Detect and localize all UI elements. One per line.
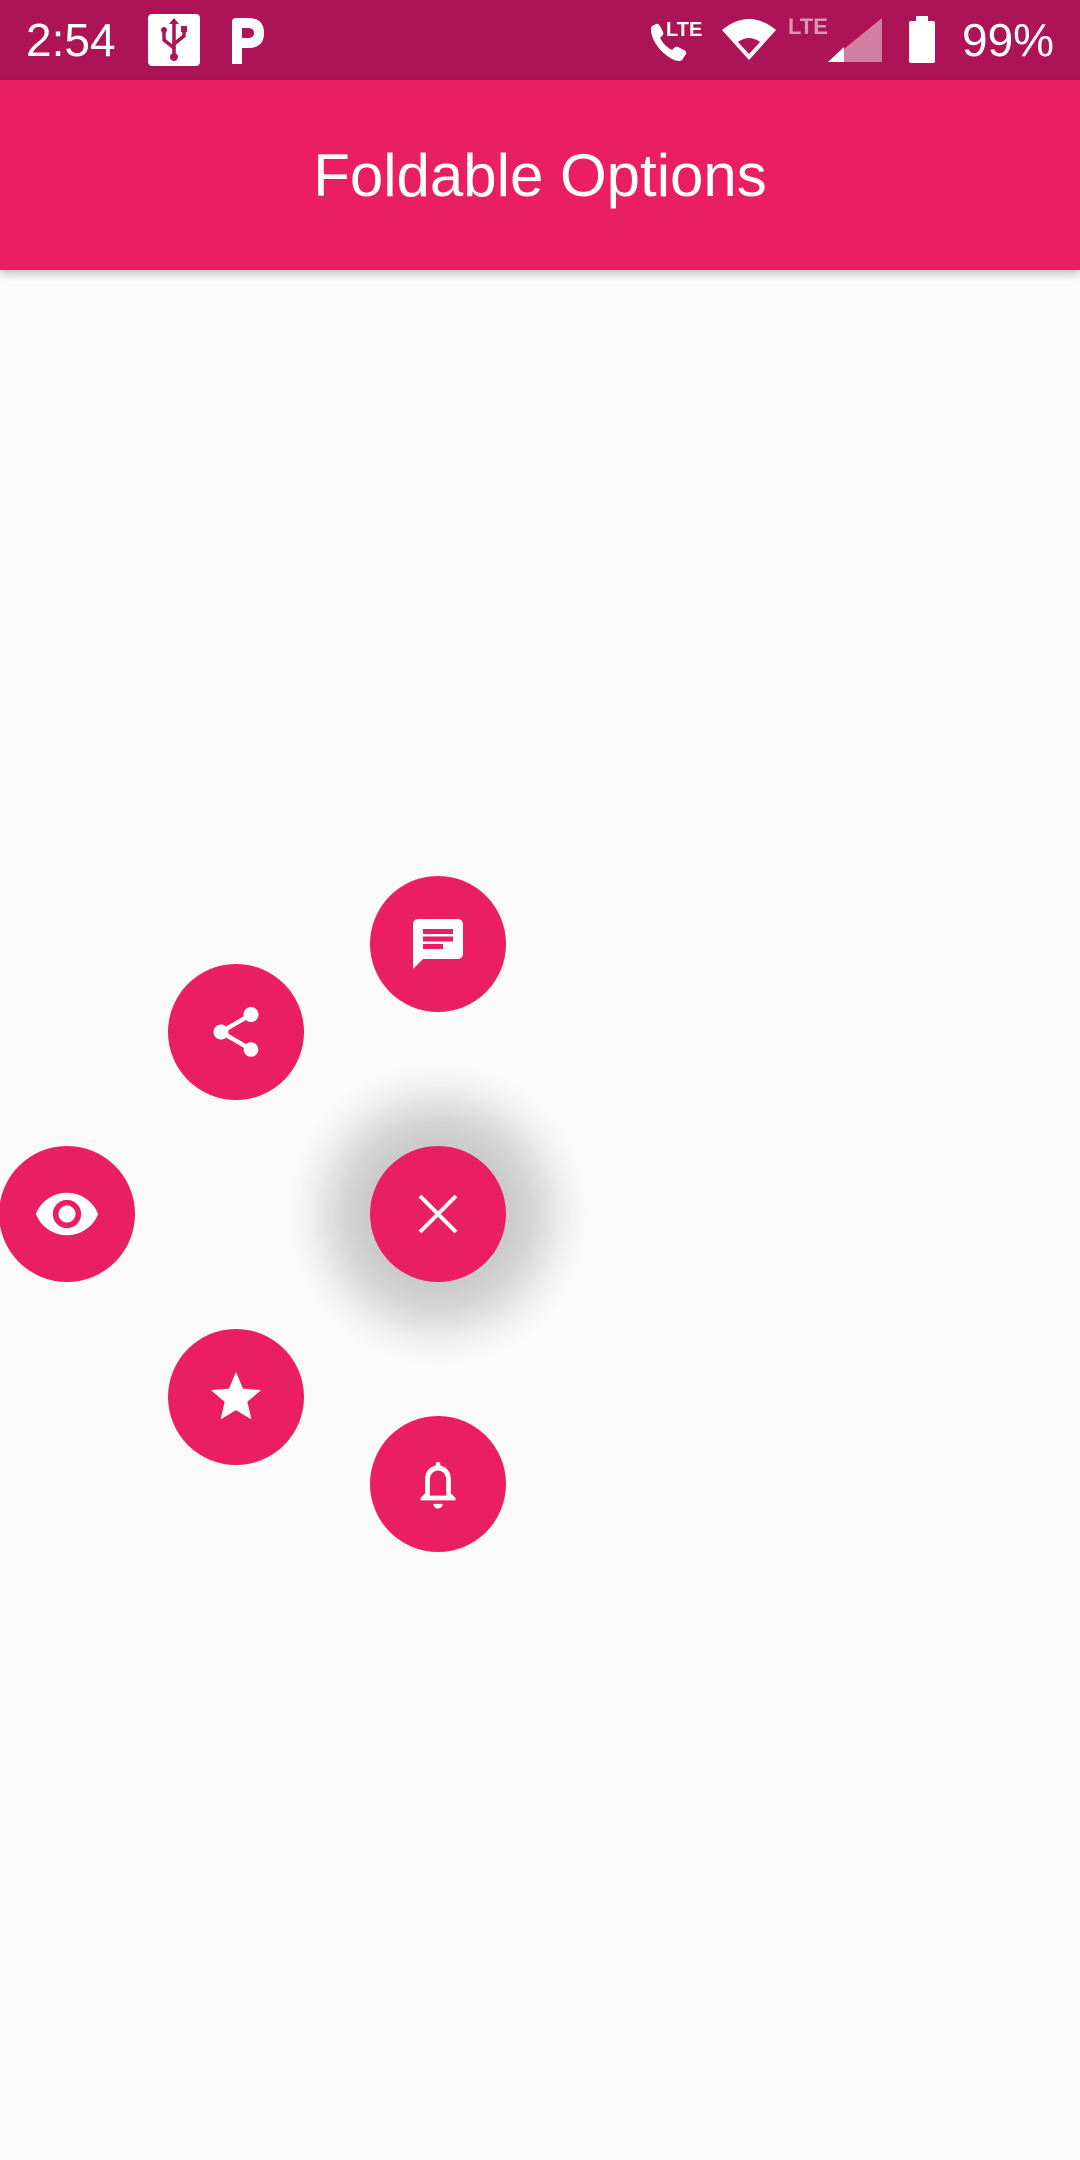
view-option-button[interactable] bbox=[0, 1146, 135, 1282]
app-bar: Foldable Options bbox=[0, 80, 1080, 270]
page-title: Foldable Options bbox=[313, 142, 767, 209]
share-icon bbox=[213, 1007, 259, 1057]
status-time: 2:54 bbox=[26, 14, 116, 66]
lte-signal-icon: LTE bbox=[786, 14, 886, 66]
parking-app-icon bbox=[226, 14, 270, 66]
wifi-icon bbox=[720, 14, 778, 66]
status-bar: 2:54 LTE LTE 99% bbox=[0, 0, 1080, 80]
app-screen: 2:54 LTE LTE 99% Foldable Options bbox=[0, 0, 1080, 2160]
bell-icon bbox=[420, 1461, 456, 1509]
star-icon bbox=[211, 1372, 261, 1420]
battery-percent: 99% bbox=[962, 14, 1055, 66]
notification-option-button[interactable] bbox=[370, 1416, 506, 1552]
eye-icon bbox=[35, 1192, 99, 1236]
svg-text:LTE: LTE bbox=[788, 14, 828, 39]
close-icon bbox=[418, 1194, 458, 1234]
favorite-option-button[interactable] bbox=[168, 1329, 304, 1465]
battery-icon bbox=[906, 14, 938, 66]
svg-text:LTE: LTE bbox=[666, 19, 702, 41]
usb-icon bbox=[148, 14, 200, 66]
close-menu-button[interactable] bbox=[370, 1146, 506, 1282]
lte-call-icon: LTE bbox=[646, 14, 708, 66]
message-option-button[interactable] bbox=[370, 876, 506, 1012]
message-icon bbox=[413, 919, 463, 969]
share-option-button[interactable] bbox=[168, 964, 304, 1100]
